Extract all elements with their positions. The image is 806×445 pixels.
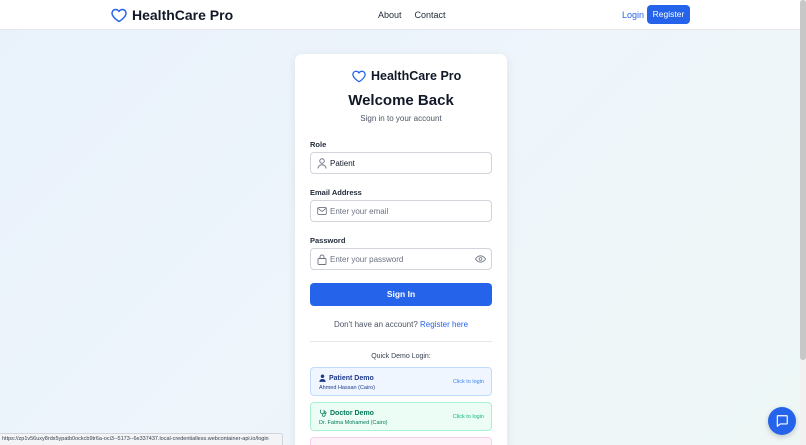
- patient-demo-title: Patient Demo: [319, 374, 374, 382]
- email-placeholder: Enter your email: [330, 207, 389, 216]
- nav-about-link[interactable]: About: [378, 9, 402, 21]
- sign-in-button[interactable]: Sign In: [310, 283, 492, 306]
- doctor-demo-label: Doctor Demo: [330, 409, 374, 417]
- divider: [310, 341, 492, 342]
- patient-demo-label: Patient Demo: [329, 374, 374, 382]
- login-link[interactable]: Login: [622, 9, 644, 21]
- patient-demo-button[interactable]: Patient Demo Ahmed Hassan (Cairo) Click …: [310, 367, 492, 396]
- no-account-label: Don't have an account?: [333, 320, 418, 329]
- patient-demo-name: Ahmed Hassan (Cairo): [319, 385, 375, 391]
- email-field[interactable]: Enter your email: [310, 200, 492, 222]
- password-label: Password: [310, 236, 346, 245]
- register-button[interactable]: Register: [647, 5, 690, 24]
- password-placeholder: Enter your password: [330, 255, 404, 264]
- register-here-link[interactable]: Register here: [420, 320, 468, 329]
- role-value: Patient: [330, 159, 355, 168]
- email-label: Email Address: [310, 188, 362, 197]
- top-navbar: HealthCare Pro About Contact Login Regis…: [0, 0, 806, 30]
- brand-name: HealthCare Pro: [132, 7, 234, 23]
- chat-button[interactable]: [768, 407, 796, 435]
- doctor-demo-cta: Click to login: [452, 414, 484, 420]
- main-nav: About Contact: [378, 9, 446, 21]
- chat-icon: [776, 415, 788, 427]
- page-subtitle: Sign in to your account: [360, 114, 442, 123]
- user-icon: [317, 158, 327, 169]
- doctor-demo-name: Dr. Fatma Mohamed (Cairo): [319, 420, 388, 426]
- stethoscope-icon: [320, 409, 327, 417]
- doctor-demo-title: Doctor Demo: [319, 409, 374, 417]
- scrollbar-thumb[interactable]: [800, 0, 806, 360]
- heart-icon: [111, 8, 127, 22]
- brand-logo[interactable]: HealthCare Pro: [111, 7, 233, 23]
- page-scrollbar[interactable]: [800, 0, 806, 445]
- page-title: Welcome Back: [348, 92, 454, 109]
- login-card: HealthCare Pro Welcome Back Sign in to y…: [295, 54, 507, 445]
- password-field[interactable]: Enter your password: [310, 248, 492, 270]
- user-icon: [319, 374, 326, 382]
- status-bar-url: https://zp1v56uxy8rdx5ypatb0ockcb9tr6a-o…: [0, 433, 283, 445]
- demo-button-partial[interactable]: [310, 437, 492, 445]
- lock-icon: [317, 254, 327, 265]
- nav-contact-link[interactable]: Contact: [415, 9, 446, 21]
- patient-demo-cta: Click to login: [452, 379, 484, 385]
- heart-icon: [352, 70, 366, 82]
- role-select[interactable]: Patient: [310, 152, 492, 174]
- eye-icon[interactable]: [475, 254, 486, 264]
- doctor-demo-button[interactable]: Doctor Demo Dr. Fatma Mohamed (Cairo) Cl…: [310, 402, 492, 431]
- card-brand-name: HealthCare Pro: [371, 69, 462, 83]
- role-label: Role: [310, 140, 327, 149]
- card-brand: HealthCare Pro: [352, 69, 461, 83]
- no-account-text: Don't have an account? Register here: [295, 320, 507, 329]
- quick-demo-title: Quick Demo Login:: [371, 353, 431, 360]
- mail-icon: [317, 207, 327, 215]
